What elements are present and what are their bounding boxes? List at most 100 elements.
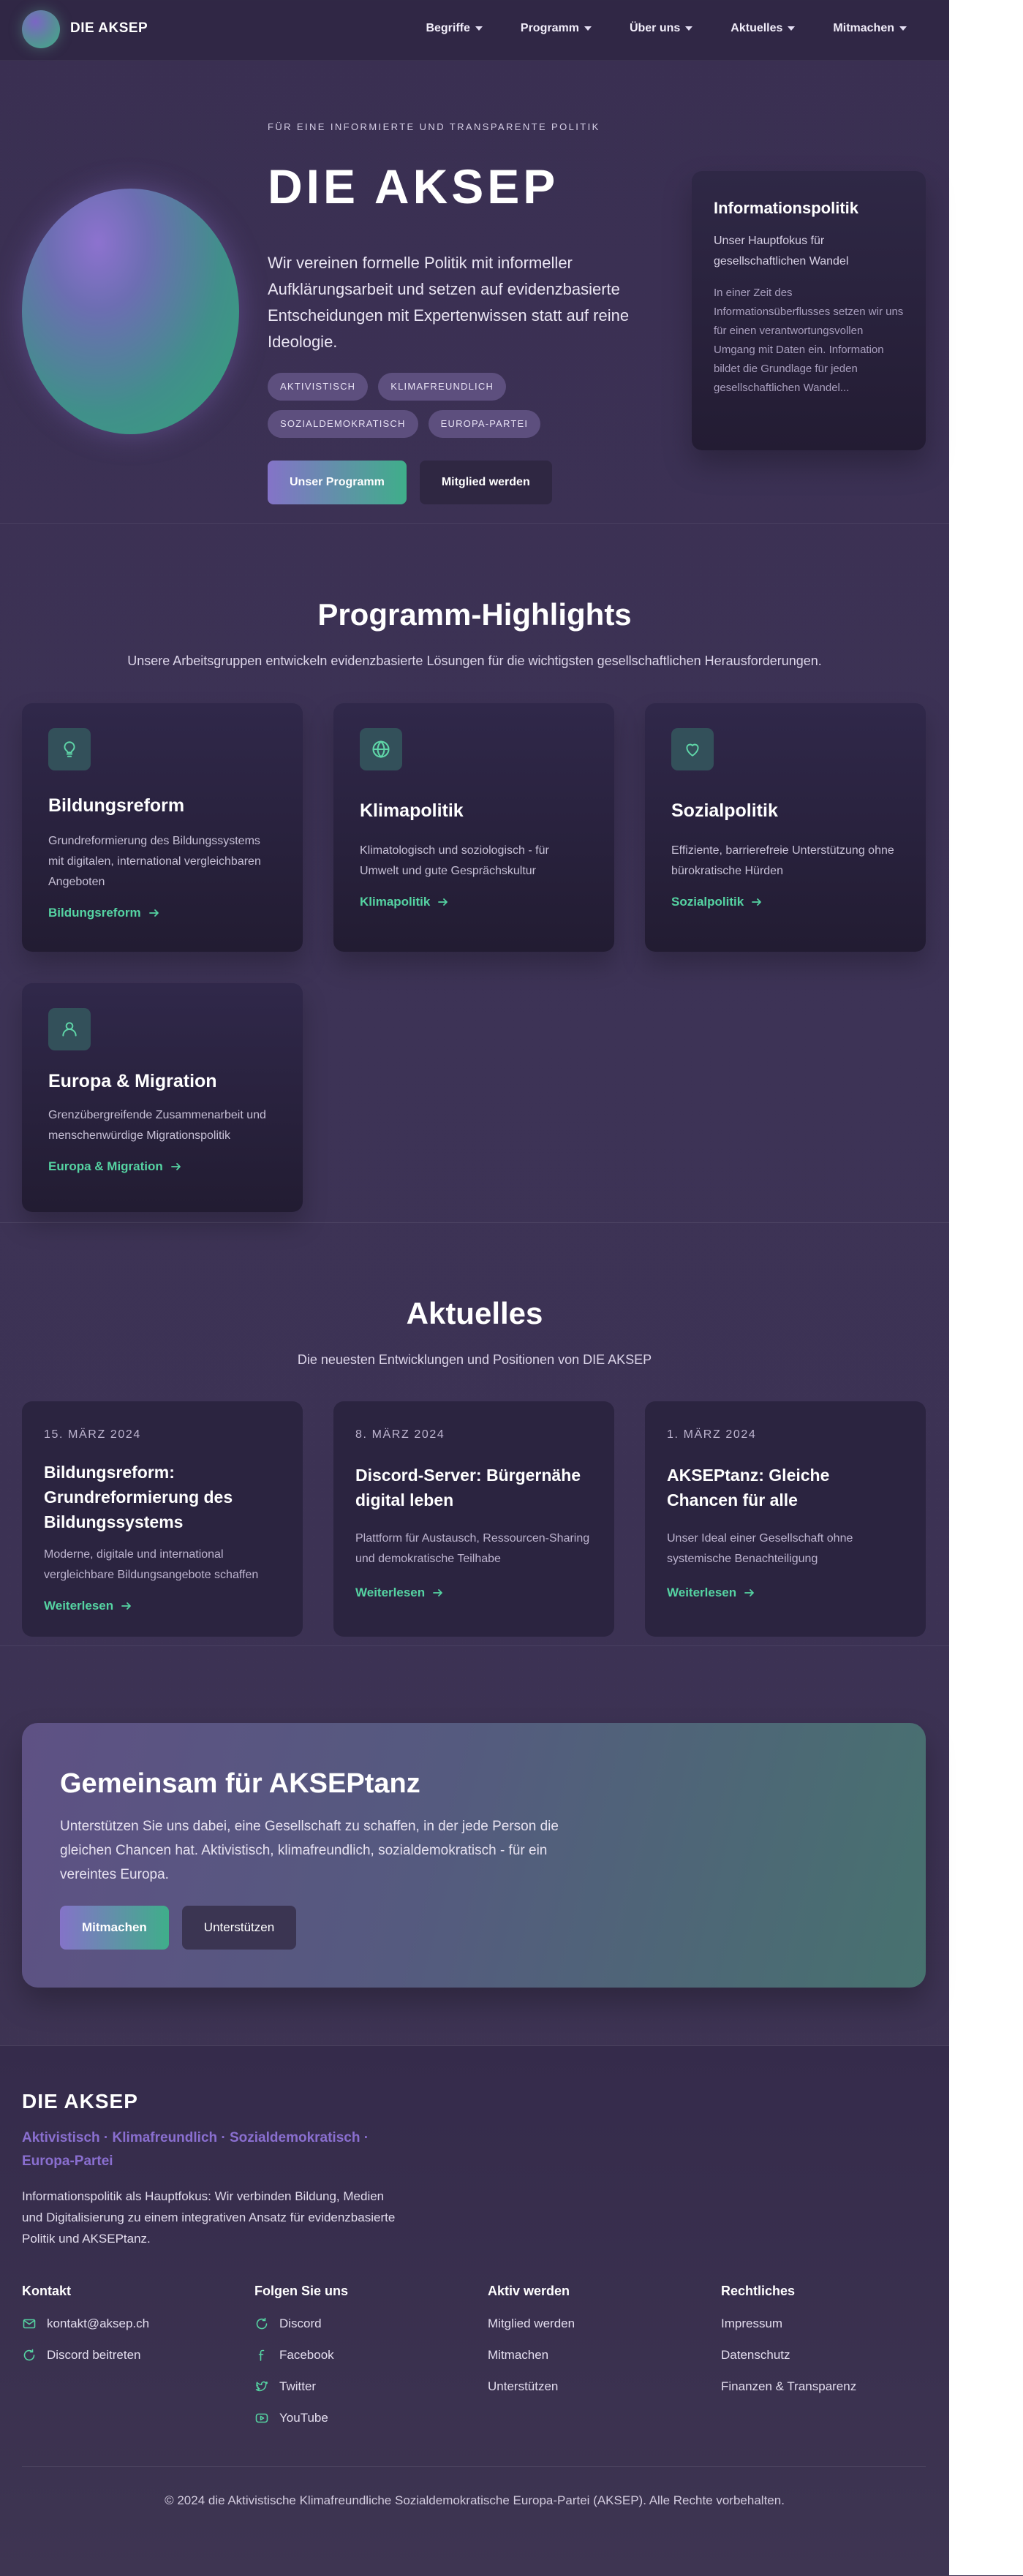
- info-card-body: In einer Zeit des Informationsüberflusse…: [714, 287, 904, 394]
- tag-aktivistisch: AKTIVISTISCH: [268, 373, 369, 401]
- nav-item-mitmachen[interactable]: Mitmachen: [833, 22, 907, 35]
- hero-orb-graphic: [22, 189, 239, 434]
- news-card[interactable]: 1. MÄRZ 2024 AKSEPtanz: Gleiche Chancen …: [645, 1401, 926, 1637]
- footer-link-impressum[interactable]: Impressum: [721, 2316, 856, 2331]
- footer-column-title: Rechtliches: [721, 2284, 796, 2298]
- highlight-link-label: Sozialpolitik: [671, 895, 744, 909]
- highlights-title: Programm-Highlights: [317, 597, 632, 632]
- chevron-down-icon: [584, 26, 592, 31]
- footer-link-finanzen[interactable]: Finanzen & Transparenz: [721, 2379, 856, 2394]
- tag-klimafreundlich: KLIMAFREUNDLICH: [378, 373, 507, 401]
- news-title: Aktuelles: [406, 1296, 543, 1330]
- read-more-link[interactable]: Weiterlesen: [667, 1586, 904, 1600]
- nav-item-begriffe[interactable]: Begriffe: [426, 22, 483, 35]
- twitter-icon: [255, 2381, 268, 2392]
- nav-label: Programm: [520, 22, 579, 34]
- footer-tagline: Aktivistisch · Klimafreundlich · Soziald…: [22, 2130, 369, 2169]
- footer-link-mitmachen[interactable]: Mitmachen: [488, 2348, 575, 2363]
- news-card[interactable]: 15. MÄRZ 2024 Bildungsreform: Grundrefor…: [22, 1401, 303, 1637]
- cta-actions: Mitmachen Unterstützen: [60, 1906, 297, 1950]
- arrow-right-icon: [170, 1163, 181, 1170]
- footer-link-mitglied[interactable]: Mitglied werden: [488, 2316, 575, 2331]
- nav-item-aktuelles[interactable]: Aktuelles: [731, 22, 796, 35]
- arrow-right-icon: [148, 909, 159, 917]
- news-card[interactable]: 8. MÄRZ 2024 Discord-Server: Bürgernähe …: [333, 1401, 614, 1637]
- info-card-title: Informationspolitik: [714, 199, 858, 217]
- read-more-link[interactable]: Weiterlesen: [355, 1586, 592, 1600]
- social-label: YouTube: [279, 2411, 328, 2425]
- footer-contact-column: Kontakt kontakt@aksep.ch Discord beitret…: [22, 2284, 149, 2379]
- cta-banner: Gemeinsam für AKSEPtanz Unterstützen Sie…: [22, 1723, 926, 1988]
- read-more-label: Weiterlesen: [355, 1586, 426, 1599]
- footer-description: Informationspolitik als Hauptfokus: Wir …: [22, 2189, 396, 2246]
- highlight-text: Klimatologisch und soziologisch - für Um…: [360, 844, 549, 877]
- chevron-down-icon: [788, 26, 796, 31]
- hero-title: DIE AKSEP: [268, 159, 559, 213]
- read-more-label: Weiterlesen: [44, 1599, 114, 1613]
- news-date: 8. MÄRZ 2024: [355, 1428, 445, 1441]
- highlight-link[interactable]: Bildungsreform: [48, 906, 276, 920]
- contact-email-link[interactable]: kontakt@aksep.ch: [22, 2316, 149, 2331]
- section-divider: [0, 523, 949, 524]
- read-more-link[interactable]: Weiterlesen: [44, 1599, 281, 1613]
- news-text: Plattform für Austausch, Ressourcen-Shar…: [355, 1532, 590, 1565]
- facebook-icon: [258, 2349, 265, 2361]
- social-label: Twitter: [279, 2379, 317, 2393]
- nav-item-ueber-uns[interactable]: Über uns: [630, 22, 693, 35]
- highlight-title: Bildungsreform: [48, 795, 185, 816]
- hero-actions: Unser Programm Mitglied werden: [268, 461, 552, 504]
- arrow-right-icon: [438, 898, 448, 906]
- arrow-right-icon: [433, 1589, 443, 1596]
- hero-eyebrow: FÜR EINE INFORMIERTE UND TRANSPARENTE PO…: [268, 121, 600, 132]
- globe-icon: [360, 728, 402, 770]
- footer-link-label: Mitmachen: [488, 2348, 549, 2362]
- highlight-text: Grundreformierung des Bildungssystems mi…: [48, 835, 261, 888]
- footer-active-column: Aktiv werden Mitglied werden Mitmachen U…: [488, 2284, 575, 2411]
- brand-name[interactable]: DIE AKSEP: [70, 20, 148, 37]
- highlights-subtitle: Unsere Arbeitsgruppen entwickeln evidenz…: [127, 654, 822, 668]
- footer-link-unterstuetzen[interactable]: Unterstützen: [488, 2379, 575, 2394]
- highlight-title: Sozialpolitik: [671, 800, 778, 821]
- social-twitter-link[interactable]: Twitter: [254, 2379, 348, 2394]
- highlight-link[interactable]: Europa & Migration: [48, 1159, 276, 1174]
- footer-link-label: Unterstützen: [488, 2379, 559, 2393]
- footer-link-label: Finanzen & Transparenz: [721, 2379, 857, 2393]
- news-title: Discord-Server: Bürgernähe digital leben: [355, 1466, 581, 1509]
- news-subtitle: Die neuesten Entwicklungen und Positione…: [297, 1352, 652, 1367]
- person-icon: [48, 1008, 91, 1050]
- discord-join-link[interactable]: Discord beitreten: [22, 2348, 149, 2363]
- discord-icon: [256, 2317, 268, 2330]
- news-text: Unser Ideal einer Gesellschaft ohne syst…: [667, 1532, 853, 1565]
- highlight-link[interactable]: Klimapolitik: [360, 895, 588, 909]
- mitmachen-button[interactable]: Mitmachen: [60, 1906, 169, 1950]
- footer-divider: [22, 2466, 926, 2467]
- footer-link-label: Datenschutz: [721, 2348, 790, 2362]
- footer: DIE AKSEP Aktivistisch · Klimafreundlich…: [0, 2045, 949, 2576]
- support-button[interactable]: Unterstützen: [181, 1906, 297, 1950]
- footer-brand: DIE AKSEP: [22, 2090, 138, 2113]
- nav-label: Begriffe: [426, 22, 470, 34]
- chevron-down-icon: [685, 26, 693, 31]
- program-button[interactable]: Unser Programm: [268, 461, 407, 504]
- nav-item-programm[interactable]: Programm: [521, 22, 592, 35]
- news-date: 1. MÄRZ 2024: [667, 1428, 757, 1441]
- highlight-text: Effiziente, barrierefreie Unterstützung …: [671, 844, 894, 877]
- highlight-link[interactable]: Sozialpolitik: [671, 895, 899, 909]
- nav-menu: Begriffe Programm Über uns Aktuelles Mit…: [426, 22, 907, 35]
- highlight-title: Klimapolitik: [360, 800, 464, 821]
- page-right-margin: [949, 0, 1023, 2575]
- highlight-link-label: Bildungsreform: [48, 906, 141, 920]
- social-youtube-link[interactable]: YouTube: [254, 2411, 348, 2425]
- news-title: Bildungsreform: Grundreformierung des Bi…: [44, 1463, 233, 1531]
- footer-link-datenschutz[interactable]: Datenschutz: [721, 2348, 856, 2363]
- join-button[interactable]: Mitglied werden: [419, 461, 552, 504]
- chevron-down-icon: [899, 26, 907, 31]
- tag-europa-partei: EUROPA-PARTEI: [428, 410, 541, 438]
- highlight-link-label: Europa & Migration: [48, 1159, 163, 1173]
- highlight-card-klimapolitik: Klimapolitik Klimatologisch und soziolog…: [333, 703, 614, 952]
- hero-description: Wir vereinen formelle Politik mit inform…: [268, 254, 630, 351]
- social-facebook-link[interactable]: Facebook: [254, 2348, 348, 2363]
- logo-icon[interactable]: [22, 10, 60, 48]
- social-discord-link[interactable]: Discord: [254, 2316, 348, 2331]
- cta-text: Unterstützen Sie uns dabei, eine Gesells…: [60, 1819, 559, 1882]
